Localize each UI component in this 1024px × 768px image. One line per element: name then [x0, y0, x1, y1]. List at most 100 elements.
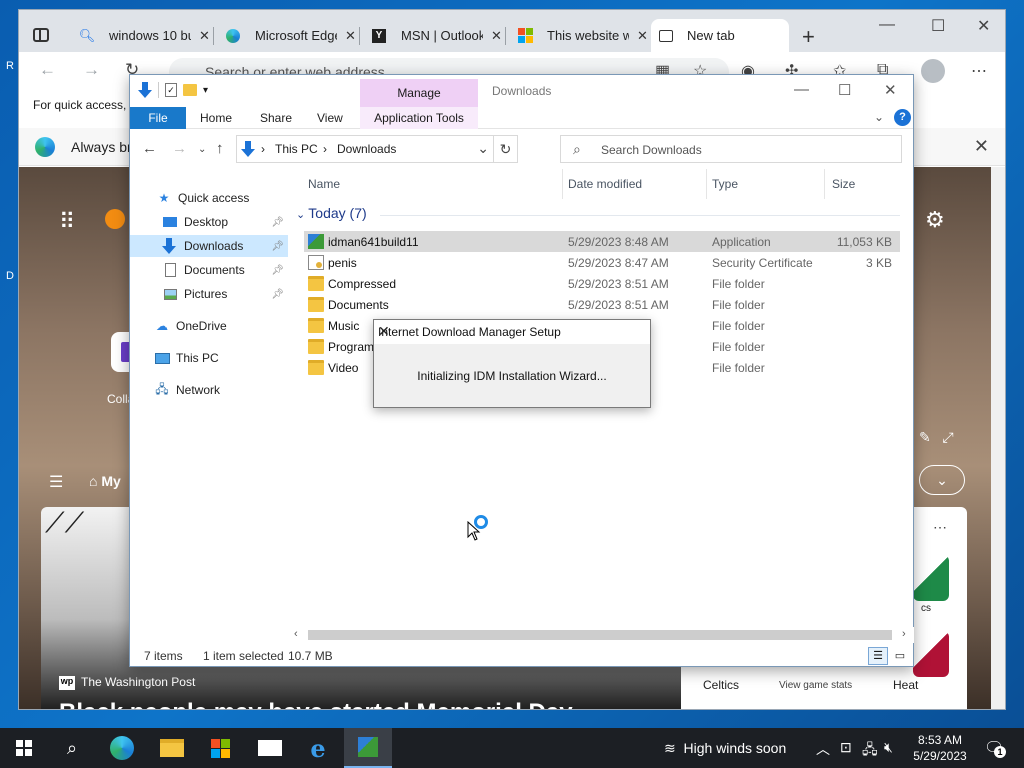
- column-divider[interactable]: [562, 169, 563, 199]
- file-row[interactable]: idman641build11 5/29/2023 8:48 AM Applic…: [304, 231, 900, 252]
- details-view-icon[interactable]: ☰: [868, 647, 888, 665]
- tab-file[interactable]: File: [130, 107, 186, 129]
- scrollbar-thumb[interactable]: [308, 630, 892, 640]
- app-launcher-icon[interactable]: ⠿: [59, 209, 75, 235]
- device-icon[interactable]: ⊡: [840, 739, 852, 756]
- network-icon[interactable]: 🖧︎: [862, 739, 878, 763]
- menu-icon[interactable]: ☰: [49, 472, 63, 492]
- taskbar-idm-setup[interactable]: [344, 728, 392, 768]
- chevron-down-icon[interactable]: ⌄: [296, 209, 308, 221]
- horizontal-scrollbar[interactable]: ‹ ›: [290, 627, 914, 643]
- start-button[interactable]: [0, 728, 48, 768]
- close-icon[interactable]: ✕: [977, 16, 990, 36]
- tab-share[interactable]: Share: [260, 111, 292, 125]
- column-date-modified[interactable]: Date modified: [568, 177, 642, 191]
- help-icon[interactable]: ?: [894, 109, 911, 126]
- nav-this-pc[interactable]: This PC: [130, 347, 288, 369]
- group-header[interactable]: ⌄ Today (7): [296, 205, 900, 221]
- desktop-icon-fragment[interactable]: D: [6, 270, 14, 282]
- nav-documents[interactable]: Documents 📌︎: [130, 259, 288, 281]
- taskbar-internet-explorer[interactable]: e: [294, 728, 342, 768]
- recent-locations-icon[interactable]: ⌄: [198, 144, 206, 155]
- large-icons-view-icon[interactable]: ▭: [890, 647, 910, 665]
- address-bar[interactable]: › This PC › Downloads ⌄ ↻: [236, 135, 518, 163]
- back-icon[interactable]: ←: [39, 60, 56, 80]
- tab-view[interactable]: View: [317, 111, 343, 125]
- rewards-icon[interactable]: [105, 209, 125, 229]
- breadcrumb-downloads[interactable]: Downloads: [337, 142, 396, 156]
- taskbar-store[interactable]: [196, 728, 244, 768]
- nav-quick-access[interactable]: ★ Quick access: [130, 187, 288, 209]
- browser-tab[interactable]: This website w ✕: [509, 19, 656, 52]
- column-divider[interactable]: [706, 169, 707, 199]
- close-tab-icon[interactable]: ✕: [491, 28, 502, 44]
- chevron-down-icon[interactable]: ⌄: [874, 110, 884, 124]
- taskbar-edge[interactable]: [98, 728, 146, 768]
- column-divider[interactable]: [824, 169, 825, 199]
- file-row[interactable]: penis 5/29/2023 8:47 AM Security Certifi…: [304, 252, 900, 273]
- back-icon[interactable]: ←: [142, 140, 157, 157]
- feed-tab[interactable]: ⌂ My: [89, 473, 121, 489]
- minimize-icon[interactable]: —: [879, 16, 895, 34]
- volume-muted-icon[interactable]: 🔇︎: [884, 739, 893, 756]
- tab-application-tools[interactable]: Application Tools: [360, 107, 478, 129]
- nav-downloads[interactable]: Downloads 📌︎: [130, 235, 288, 257]
- more-menu-icon[interactable]: ⋯: [971, 61, 987, 81]
- browser-tab-active[interactable]: New tab: [651, 19, 789, 52]
- clock[interactable]: 8:53 AM 5/29/2023: [908, 732, 972, 764]
- browser-tab[interactable]: 🔍︎ windows 10 bu ✕: [71, 19, 218, 52]
- pin-icon[interactable]: 📌︎: [271, 289, 284, 300]
- browser-tab[interactable]: Y MSN | Outlook ✕: [363, 19, 510, 52]
- tab-home[interactable]: Home: [200, 111, 232, 125]
- profile-avatar[interactable]: [921, 59, 945, 83]
- customize-dropdown-icon[interactable]: ▾: [203, 85, 208, 96]
- column-type[interactable]: Type: [712, 177, 738, 191]
- properties-icon[interactable]: ✓: [165, 83, 177, 97]
- file-row[interactable]: Documents 5/29/2023 8:51 AM File folder: [304, 294, 900, 315]
- news-headline[interactable]: Black people may have started Memorial D…: [59, 699, 573, 709]
- new-folder-icon[interactable]: [183, 84, 197, 96]
- forward-icon[interactable]: →: [172, 140, 187, 157]
- refresh-icon[interactable]: ↻: [493, 136, 517, 162]
- tab-actions-icon[interactable]: [33, 28, 49, 42]
- close-icon[interactable]: ✕: [974, 136, 989, 157]
- forward-icon[interactable]: →: [83, 60, 100, 80]
- taskbar-mail[interactable]: [246, 728, 294, 768]
- up-icon[interactable]: ↑: [216, 140, 224, 157]
- column-name[interactable]: Name: [308, 177, 340, 191]
- close-tab-icon[interactable]: ✕: [199, 28, 210, 44]
- close-icon[interactable]: ✕: [378, 323, 640, 340]
- gear-icon[interactable]: ⚙: [925, 207, 945, 233]
- search-button[interactable]: ⌕: [48, 728, 96, 768]
- notification-center-icon[interactable]: 🗨︎1: [984, 738, 1006, 758]
- more-options-icon[interactable]: ⋯: [933, 519, 947, 536]
- maximize-icon[interactable]: ☐: [931, 16, 945, 36]
- pin-icon[interactable]: 📌︎: [271, 241, 284, 252]
- close-icon[interactable]: ✕: [884, 81, 897, 99]
- weather-widget[interactable]: ≋ High winds soon: [664, 740, 786, 757]
- close-tab-icon[interactable]: ✕: [637, 28, 648, 44]
- column-size[interactable]: Size: [832, 177, 855, 191]
- breadcrumb-this-pc[interactable]: This PC: [275, 142, 318, 156]
- nav-pictures[interactable]: Pictures 📌︎: [130, 283, 288, 305]
- chevron-down-icon[interactable]: ⌄: [477, 140, 489, 157]
- taskbar-file-explorer[interactable]: [148, 728, 196, 768]
- game-stats-link[interactable]: View game stats: [779, 680, 852, 691]
- page-scrollbar[interactable]: [991, 167, 1005, 709]
- scroll-left-icon[interactable]: ‹: [294, 628, 298, 640]
- file-row[interactable]: Compressed 5/29/2023 8:51 AM File folder: [304, 273, 900, 294]
- desktop-icon-fragment[interactable]: R: [6, 60, 14, 72]
- nav-desktop[interactable]: Desktop 📌︎: [130, 211, 288, 233]
- nav-onedrive[interactable]: ☁ OneDrive: [130, 315, 288, 337]
- search-box[interactable]: ⌕ Search Downloads: [560, 135, 902, 163]
- chevron-up-icon[interactable]: ︿: [816, 739, 830, 759]
- edit-icon[interactable]: ✎ ⤢: [919, 429, 954, 446]
- maximize-icon[interactable]: ☐: [838, 81, 851, 99]
- scroll-right-icon[interactable]: ›: [902, 628, 906, 640]
- chevron-down-icon[interactable]: ⌄: [919, 465, 965, 495]
- pin-icon[interactable]: 📌︎: [271, 217, 284, 228]
- minimize-icon[interactable]: —: [794, 81, 809, 98]
- nav-network[interactable]: 🖧︎ Network: [130, 379, 288, 401]
- pin-icon[interactable]: 📌︎: [271, 265, 284, 276]
- close-tab-icon[interactable]: ✕: [345, 28, 356, 44]
